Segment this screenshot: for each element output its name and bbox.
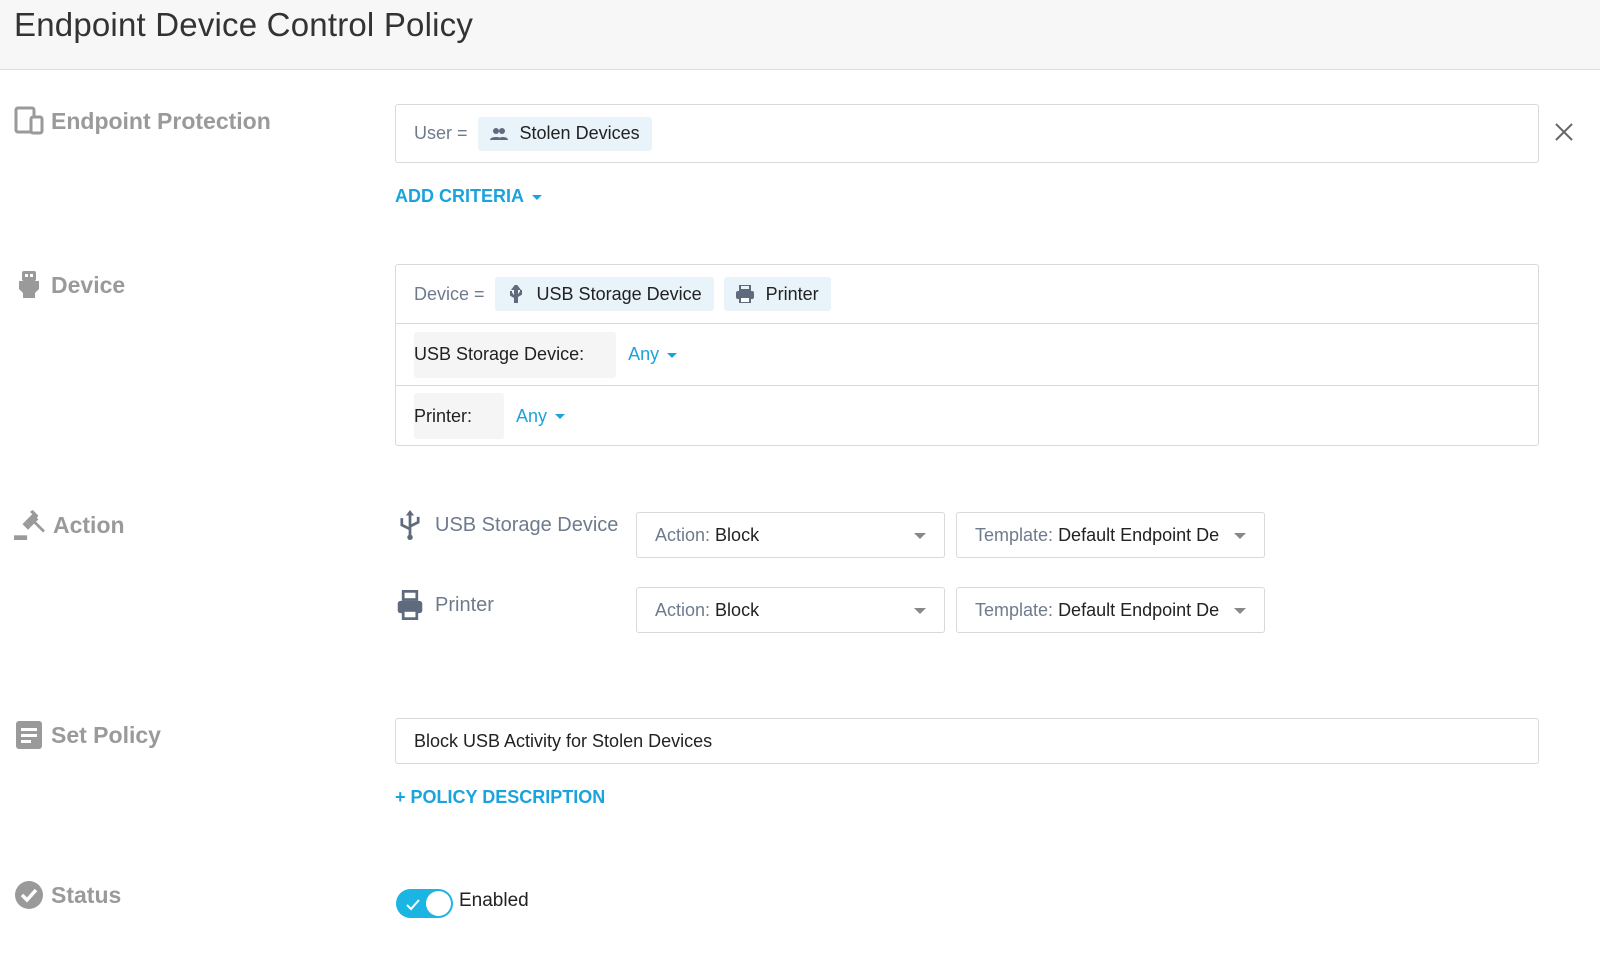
chip-label: USB Storage Device	[536, 283, 702, 304]
gavel-icon	[14, 510, 45, 540]
printer-icon	[735, 285, 754, 303]
policy-name-input[interactable]: Block USB Activity for Stolen Devices	[395, 718, 1539, 764]
section-device: Device	[14, 270, 125, 300]
printer-filter-row: Printer: Any	[396, 385, 1538, 446]
device-prefix: Device =	[414, 283, 485, 304]
usb-icon	[400, 510, 420, 540]
action-row-printer-label: Printer	[397, 590, 494, 620]
check-icon	[406, 899, 420, 911]
add-policy-description-button[interactable]: + POLICY DESCRIPTION	[395, 787, 605, 808]
printer-action-select[interactable]: Action: Block	[636, 587, 945, 633]
usb-chip[interactable]: USB Storage Device	[494, 277, 714, 311]
select-prefix: Action:	[655, 524, 711, 545]
caret-down-icon	[1234, 533, 1246, 539]
remove-criteria-button[interactable]	[1554, 122, 1574, 142]
usb-drive-icon	[19, 271, 39, 298]
select-value: Block	[715, 524, 760, 545]
section-set-policy: Set Policy	[14, 720, 161, 750]
device-criteria-row[interactable]: Device = USB Storage Device Printer	[396, 265, 1538, 323]
section-label: Endpoint Protection	[51, 107, 271, 134]
add-criteria-label: ADD CRITERIA	[395, 186, 524, 206]
usb-action-select[interactable]: Action: Block	[636, 512, 945, 558]
printer-template-select[interactable]: Template: Default Endpoint De	[956, 587, 1265, 633]
printer-filter-dropdown[interactable]: Any	[516, 405, 566, 427]
check-circle-icon	[15, 881, 43, 909]
action-row-usb-label: USB Storage Device	[397, 510, 618, 540]
page-title: Endpoint Device Control Policy	[14, 6, 474, 43]
section-label: Action	[53, 511, 125, 538]
action-device-label: USB Storage Device	[435, 513, 619, 536]
section-label: Device	[51, 271, 126, 298]
criteria-prefix: User =	[414, 123, 468, 143]
device-box: Device = USB Storage Device Printer USB …	[395, 264, 1539, 446]
devices-icon	[14, 106, 44, 135]
caret-down-icon	[914, 533, 926, 539]
caret-down-icon	[667, 352, 678, 358]
chip-label: Printer	[765, 283, 819, 304]
chip-label: Stolen Devices	[519, 123, 640, 143]
caret-down-icon	[914, 608, 926, 614]
caret-down-icon	[555, 414, 566, 420]
select-prefix: Action:	[655, 599, 711, 620]
section-label: Set Policy	[51, 721, 161, 748]
select-prefix: Template:	[975, 524, 1054, 545]
document-icon	[16, 721, 42, 749]
section-action: Action	[12, 510, 125, 540]
usb-filter-row: USB Storage Device: Any	[396, 323, 1538, 385]
caret-down-icon	[532, 194, 542, 200]
printer-filter-label: Printer:	[414, 393, 505, 439]
page-header: Endpoint Device Control Policy	[0, 0, 1600, 70]
add-criteria-button[interactable]: ADD CRITERIA	[395, 186, 542, 207]
status-label: Enabled	[459, 890, 529, 911]
toggle-knob	[426, 891, 451, 916]
printer-filter-value: Any	[516, 405, 548, 426]
criteria-box[interactable]: User = Stolen Devices	[395, 104, 1539, 163]
section-label: Status	[51, 881, 122, 908]
select-value: Default Endpoint De	[1058, 524, 1220, 545]
select-value: Default Endpoint De	[1058, 599, 1220, 620]
section-endpoint-protection: Endpoint Protection	[14, 106, 271, 136]
usb-icon	[509, 285, 522, 303]
close-icon	[1555, 123, 1573, 141]
users-icon	[489, 127, 508, 140]
section-status: Status	[14, 880, 121, 910]
printer-chip[interactable]: Printer	[723, 277, 831, 311]
usb-filter-value: Any	[628, 344, 660, 364]
usb-template-select[interactable]: Template: Default Endpoint De	[956, 512, 1265, 558]
user-group-chip[interactable]: Stolen Devices	[477, 116, 652, 151]
usb-filter-dropdown[interactable]: Any	[628, 344, 678, 365]
add-description-label: + POLICY DESCRIPTION	[395, 787, 606, 807]
policy-name-value: Block USB Activity for Stolen Devices	[414, 730, 713, 751]
caret-down-icon	[1234, 608, 1246, 614]
select-value: Block	[715, 599, 760, 620]
action-device-label: Printer	[435, 593, 494, 616]
status-toggle[interactable]	[396, 889, 453, 918]
usb-filter-label: USB Storage Device:	[414, 331, 617, 378]
select-prefix: Template:	[975, 599, 1054, 620]
printer-icon	[397, 590, 423, 620]
